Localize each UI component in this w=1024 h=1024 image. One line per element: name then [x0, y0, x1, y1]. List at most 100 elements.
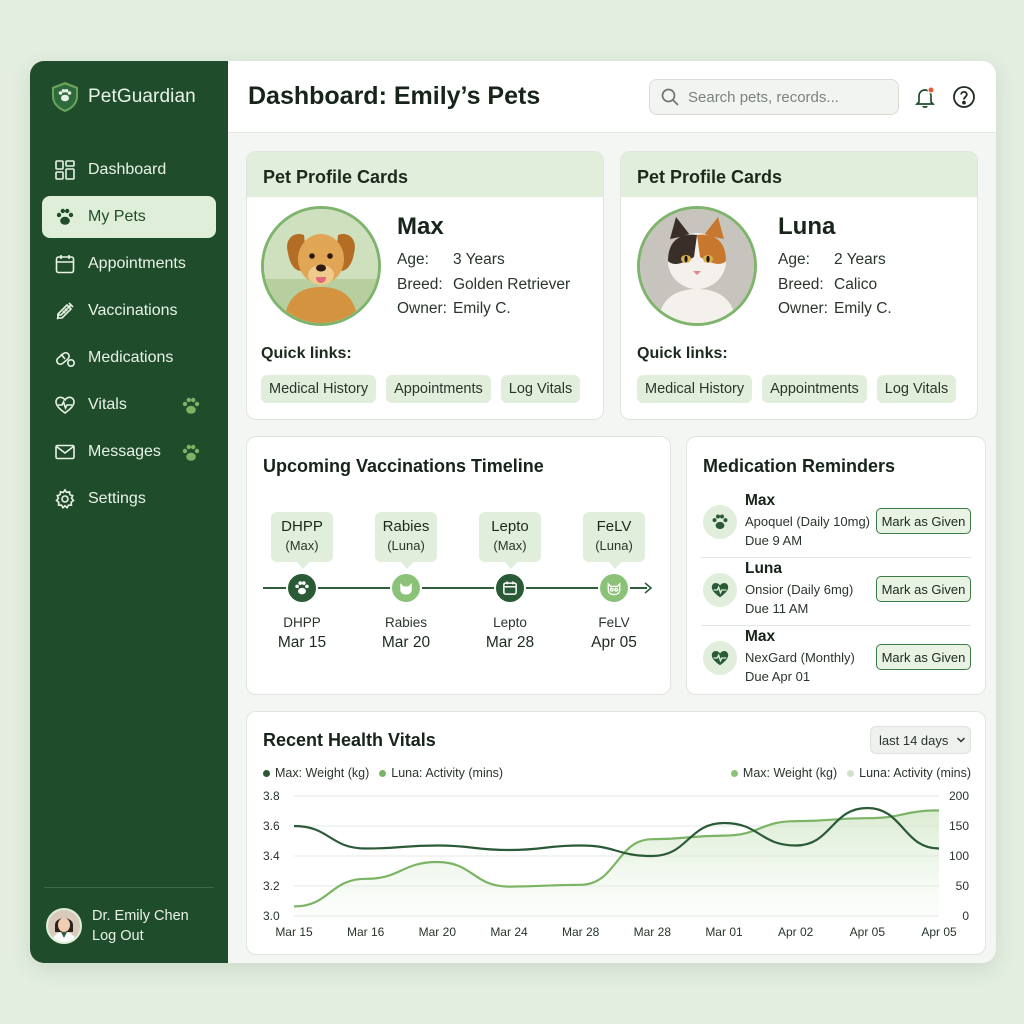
timeline-node[interactable]	[286, 572, 318, 604]
appointments-link[interactable]: Appointments	[386, 375, 491, 403]
vaccination-timeline-card: Upcoming Vaccinations Timeline DHPP (Max…	[246, 436, 671, 695]
mark-as-given-button[interactable]: Mark as Given	[876, 576, 971, 602]
med-pet-name: Max	[745, 628, 776, 645]
cat-icon	[400, 583, 412, 595]
sidebar-item-medications[interactable]: Medications	[42, 337, 216, 379]
vaccine-label: Rabies	[384, 615, 428, 630]
avatar[interactable]	[46, 908, 82, 944]
timeline-label: DHPP Mar 15	[262, 615, 342, 652]
y-right-tick-label: 200	[949, 789, 969, 803]
x-tick-label: Mar 28	[634, 925, 672, 939]
grid-icon	[55, 160, 75, 180]
timeline-label: FeLV Apr 05	[574, 615, 654, 652]
sidebar-item-label: Appointments	[88, 255, 186, 272]
log-vitals-link[interactable]: Log Vitals	[876, 375, 957, 403]
timeline-node[interactable]	[494, 572, 526, 604]
pet-details: Age: 3 Years Breed: Golden Retriever Owner…	[397, 248, 570, 322]
medication-reminders-card: Medication Reminders Max Apoquel (Daily …	[686, 436, 986, 695]
sidebar: PetGuardian Dashboard My Pets Appointmen…	[30, 61, 228, 963]
gear-icon	[55, 488, 75, 509]
cat-face-icon	[607, 582, 621, 596]
pet-photo-max[interactable]	[261, 206, 381, 326]
bell-icon[interactable]	[913, 85, 937, 109]
syringe-icon	[56, 302, 74, 320]
legend-item: Luna: Activity (mins)	[847, 766, 971, 780]
vaccine-bubble: DHPP (Max)	[271, 512, 333, 569]
paw-icon	[56, 208, 74, 225]
med-due: Due 9 AM	[745, 533, 803, 548]
med-pet-name: Luna	[745, 560, 783, 577]
sidebar-item-vaccinations[interactable]: Vaccinations	[42, 290, 216, 332]
med-due: Due 11 AM	[745, 601, 809, 616]
vaccine-pet: (Luna)	[595, 538, 633, 553]
date-range-select[interactable]: last 14 days	[870, 726, 971, 754]
timeline-label: Rabies Mar 20	[366, 615, 446, 652]
sidebar-item-settings[interactable]: Settings	[42, 478, 216, 520]
age-label: Age:	[397, 251, 429, 268]
legend-item: Max: Weight (kg)	[730, 766, 837, 780]
breed-label: Breed:	[778, 275, 824, 293]
brand[interactable]: PetGuardian	[50, 81, 196, 113]
calendar-icon	[503, 581, 517, 595]
sidebar-item-dashboard[interactable]: Dashboard	[42, 149, 216, 191]
medical-history-link[interactable]: Medical History	[261, 375, 377, 403]
sidebar-item-vitals[interactable]: Vitals	[42, 384, 216, 426]
pill-icon	[56, 351, 76, 368]
timeline-node[interactable]	[598, 572, 630, 604]
search-icon	[661, 88, 679, 106]
calendar-icon	[55, 255, 75, 274]
logout-link[interactable]: Log Out	[92, 926, 189, 946]
medical-history-link[interactable]: Medical History	[637, 375, 753, 403]
sidebar-item-label: My Pets	[88, 208, 146, 225]
heart-pulse-icon	[711, 651, 729, 666]
vaccine-date: Apr 05	[591, 634, 637, 651]
timeline-node[interactable]	[390, 572, 422, 604]
timeline-line	[263, 587, 647, 589]
vaccine-label: FeLV	[598, 615, 630, 630]
vitals-line-chart: 3.8 3.6 3.4 3.2 3.0 200 150 100 50 0 Mar 15 Mar 16 M…	[263, 789, 969, 939]
x-tick-label: Apr 02	[778, 925, 814, 939]
appointments-link[interactable]: Appointments	[762, 375, 867, 403]
search-box[interactable]	[649, 79, 899, 115]
med-drug: Apoquel (Daily 10mg)	[745, 514, 871, 529]
log-vitals-link[interactable]: Log Vitals	[500, 375, 581, 403]
pet-card-max: Pet Profile Cards Max Age: 3 Years Breed:…	[246, 151, 604, 420]
heart-pulse-icon	[711, 583, 729, 598]
x-tick-label: Mar 28	[562, 925, 600, 939]
med-icon-wrap	[703, 641, 737, 675]
vaccine-date: Mar 20	[381, 634, 431, 651]
owner-label: Owner:	[397, 300, 447, 317]
sidebar-item-label: Dashboard	[88, 161, 167, 178]
legend-item: Max: Weight (kg)	[263, 766, 369, 780]
x-tick-label: Mar 20	[419, 925, 457, 939]
section-title: Upcoming Vaccinations Timeline	[263, 456, 544, 476]
owner-value: Emily C.	[834, 300, 892, 317]
timeline-label: Lepto Mar 28	[470, 615, 550, 652]
pet-name: Max	[397, 213, 444, 240]
x-tick-label: Apr 05	[921, 925, 957, 939]
vaccine-name: Rabies	[382, 518, 430, 535]
med-due: Due Apr 01	[745, 669, 811, 684]
sidebar-item-messages[interactable]: Messages	[42, 431, 216, 473]
chevron-down-icon	[957, 737, 966, 743]
date-range-value: last 14 days	[879, 732, 949, 748]
mark-as-given-button[interactable]: Mark as Given	[876, 644, 971, 670]
vaccine-pet: (Max)	[285, 538, 319, 553]
vaccine-date: Mar 15	[277, 634, 327, 651]
quick-links-label: Quick links:	[261, 345, 352, 362]
owner-value: Emily C.	[453, 300, 511, 317]
mark-as-given-button[interactable]: Mark as Given	[876, 508, 971, 534]
pet-card-header: Pet Profile Cards	[247, 152, 603, 197]
x-tick-label: Mar 24	[490, 925, 528, 939]
medication-item: Luna Onsior (Daily 6mg) Due 11 AM Mark a…	[701, 560, 971, 626]
pet-photo-luna[interactable]	[637, 206, 757, 326]
x-tick-label: Mar 16	[347, 925, 385, 939]
pet-card-header: Pet Profile Cards	[621, 152, 977, 197]
pet-name: Luna	[778, 213, 836, 240]
sidebar-item-my-pets[interactable]: My Pets	[42, 196, 216, 238]
help-icon[interactable]	[952, 85, 976, 109]
sidebar-divider	[44, 887, 214, 888]
user-name: Dr. Emily Chen	[92, 908, 189, 924]
sidebar-item-appointments[interactable]: Appointments	[42, 243, 216, 285]
search-input[interactable]	[688, 88, 888, 106]
